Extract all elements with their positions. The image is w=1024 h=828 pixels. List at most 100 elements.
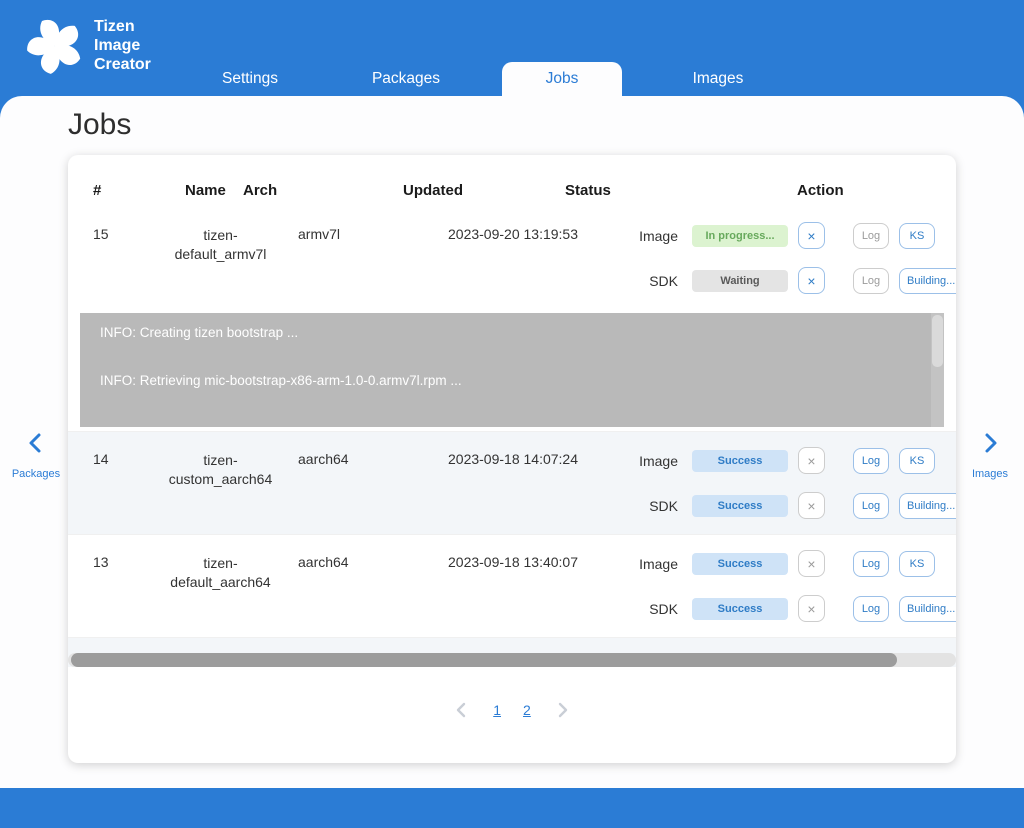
- status-badge: Waiting: [692, 270, 788, 292]
- nav-tabs: Settings Packages Jobs Images: [172, 62, 796, 96]
- pagination: 1 2: [68, 701, 956, 719]
- job-status-lines: Image Success × Log KS SDK Success × Log…: [628, 438, 956, 528]
- column-header-arch: Arch: [243, 182, 403, 199]
- building-button[interactable]: Building...: [899, 596, 956, 622]
- job-log-panel: INFO: Creating tizen bootstrap ... INFO: …: [80, 313, 944, 427]
- chevron-right-icon: [979, 432, 1001, 454]
- table-header: # Name Arch Updated Status Action: [68, 173, 956, 207]
- next-page-button[interactable]: [553, 701, 571, 719]
- ks-button[interactable]: KS: [899, 223, 935, 249]
- job-status-line: SDK Waiting × Log Building...: [628, 258, 956, 303]
- vertical-scrollbar[interactable]: [931, 313, 944, 427]
- log-line: INFO: Retrieving mic-bootstrap-x86-arm-1…: [100, 373, 924, 388]
- job-arch: aarch64: [283, 541, 398, 631]
- tab-jobs[interactable]: Jobs: [484, 62, 640, 96]
- status-badge: Success: [692, 598, 788, 620]
- status-line-kind: SDK: [628, 498, 678, 514]
- page-title: Jobs: [68, 108, 131, 142]
- horizontal-scrollbar[interactable]: [68, 653, 956, 667]
- job-updated: 2023-09-18 13:40:07: [398, 541, 628, 631]
- job-status-line: Image Success × Log KS: [628, 438, 956, 483]
- job-id: 13: [68, 541, 158, 631]
- job-status-line: SDK Success × Log Building...: [628, 586, 956, 631]
- status-line-kind: Image: [628, 453, 678, 469]
- log-button[interactable]: Log: [853, 596, 889, 622]
- tizen-pinwheel-logo: [24, 8, 86, 84]
- chevron-left-icon: [25, 432, 47, 454]
- building-button[interactable]: Building...: [899, 493, 956, 519]
- job-updated: 2023-09-18 14:07:24: [398, 438, 628, 528]
- page-link-1[interactable]: 1: [493, 702, 501, 718]
- tab-settings[interactable]: Settings: [172, 62, 328, 96]
- log-button[interactable]: Log: [853, 223, 889, 249]
- next-page-icon: [553, 701, 571, 719]
- prev-page-icon: [453, 701, 471, 719]
- jobs-card: # Name Arch Updated Status Action 15 tiz…: [68, 155, 956, 763]
- cancel-button[interactable]: ×: [798, 595, 825, 622]
- tab-packages[interactable]: Packages: [328, 62, 484, 96]
- side-nav-images-label: Images: [972, 468, 1008, 480]
- job-status-line: Image Success × Log KS: [628, 541, 956, 586]
- tab-jobs-label: Jobs: [502, 62, 622, 96]
- cancel-button[interactable]: ×: [798, 267, 825, 294]
- table-row: 15 tizen-default_armv7l armv7l 2023-09-2…: [68, 207, 956, 309]
- column-header-action: Action: [797, 182, 956, 199]
- brand-line-2: Image: [94, 36, 151, 55]
- ks-button[interactable]: KS: [899, 551, 935, 577]
- status-line-kind: Image: [628, 228, 678, 244]
- job-name: tizen-custom_aarch64: [158, 438, 283, 528]
- column-header-id: #: [93, 182, 185, 199]
- status-badge: Success: [692, 553, 788, 575]
- job-name: tizen-default_armv7l: [158, 213, 283, 303]
- tab-packages-label: Packages: [346, 62, 466, 96]
- tab-images[interactable]: Images: [640, 62, 796, 96]
- status-line-kind: SDK: [628, 273, 678, 289]
- brand-line-3: Creator: [94, 55, 151, 74]
- table-row: 13 tizen-default_aarch64 aarch64 2023-09…: [68, 534, 956, 637]
- cancel-button[interactable]: ×: [798, 222, 825, 249]
- column-header-status: Status: [565, 182, 797, 199]
- log-button[interactable]: Log: [853, 551, 889, 577]
- job-status-line: SDK Success × Log Building...: [628, 483, 956, 528]
- status-badge: Success: [692, 495, 788, 517]
- horizontal-scrollbar-thumb[interactable]: [71, 653, 897, 667]
- job-status-lines: Image In progress... × Log KS SDK Waitin…: [628, 213, 956, 303]
- log-line: INFO: Creating tizen bootstrap ...: [100, 325, 924, 340]
- vertical-scrollbar-thumb[interactable]: [932, 315, 943, 367]
- job-id: 14: [68, 438, 158, 528]
- job-id: 15: [68, 213, 158, 303]
- building-button[interactable]: Building...: [899, 268, 956, 294]
- jobs-table-body: 15 tizen-default_armv7l armv7l 2023-09-2…: [68, 207, 956, 667]
- status-line-kind: Image: [628, 556, 678, 572]
- side-nav-packages[interactable]: Packages: [8, 432, 64, 480]
- cancel-button[interactable]: ×: [798, 550, 825, 577]
- cancel-button[interactable]: ×: [798, 447, 825, 474]
- side-nav-images[interactable]: Images: [962, 432, 1018, 480]
- column-header-name: Name: [185, 182, 243, 199]
- tab-images-label: Images: [658, 62, 778, 96]
- prev-page-button[interactable]: [453, 701, 471, 719]
- job-updated: 2023-09-20 13:19:53: [398, 213, 628, 303]
- table-row: 14 tizen-custom_aarch64 aarch64 2023-09-…: [68, 431, 956, 534]
- ks-button[interactable]: KS: [899, 448, 935, 474]
- status-line-kind: SDK: [628, 601, 678, 617]
- side-nav-packages-label: Packages: [12, 468, 60, 480]
- log-button[interactable]: Log: [853, 493, 889, 519]
- log-button[interactable]: Log: [853, 268, 889, 294]
- job-status-lines: Image Success × Log KS SDK Success × Log…: [628, 541, 956, 631]
- cancel-button[interactable]: ×: [798, 492, 825, 519]
- log-button[interactable]: Log: [853, 448, 889, 474]
- tab-settings-label: Settings: [190, 62, 310, 96]
- status-badge: Success: [692, 450, 788, 472]
- brand: Tizen Image Creator: [24, 8, 151, 84]
- brand-line-1: Tizen: [94, 17, 151, 36]
- page-link-2[interactable]: 2: [523, 702, 531, 718]
- brand-text: Tizen Image Creator: [94, 17, 151, 74]
- job-name: tizen-default_aarch64: [158, 541, 283, 631]
- log-lines: INFO: Creating tizen bootstrap ... INFO: …: [80, 313, 944, 427]
- app-header: Tizen Image Creator Settings Packages Jo…: [0, 0, 1024, 96]
- column-header-updated: Updated: [403, 182, 565, 199]
- jobs-table-viewport: 15 tizen-default_armv7l armv7l 2023-09-2…: [68, 207, 956, 667]
- job-arch: armv7l: [283, 213, 398, 303]
- job-status-line: Image In progress... × Log KS: [628, 213, 956, 258]
